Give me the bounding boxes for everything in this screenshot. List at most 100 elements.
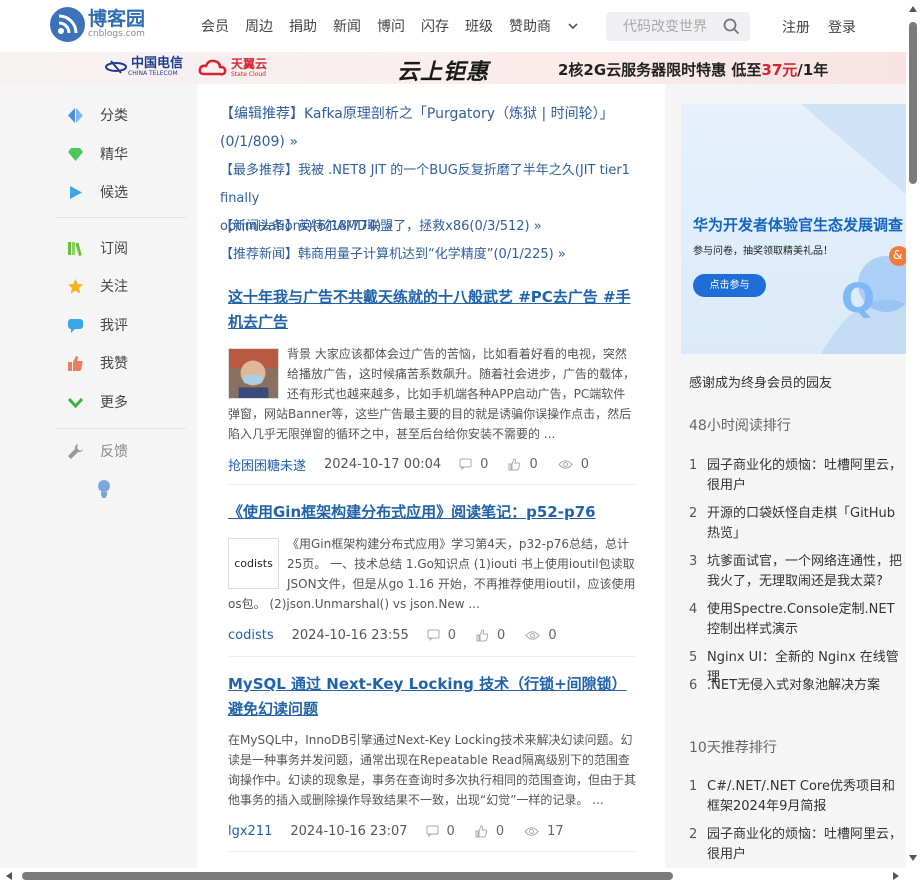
rank-item[interactable]: 2 开源的口袋妖怪自走棋「GitHub 热览」 — [689, 504, 906, 544]
sidebar-divider — [56, 217, 186, 218]
rank-item[interactable]: 4 使用Spectre.Console定制.NET控制出样式演示 — [689, 600, 906, 640]
register-link[interactable]: 注册 — [782, 17, 810, 37]
eye-icon — [525, 630, 540, 640]
sidebar-item-featured[interactable]: 精华 — [67, 144, 128, 164]
sidebar-item-category[interactable]: 分类 — [67, 105, 128, 125]
like-count[interactable]: 0 — [475, 824, 504, 839]
comment-count[interactable]: 0 — [459, 457, 488, 472]
post-author[interactable]: codists — [228, 628, 274, 643]
sidebar-item-candidate[interactable]: 候选 — [67, 182, 128, 202]
post-title[interactable]: 这十年我与广告不共戴天练就的十八般武艺 #PC去广告 #手机去广告 — [228, 285, 638, 335]
vertical-scrollbar[interactable] — [906, 0, 921, 868]
sidebar-item-label: 精华 — [100, 147, 128, 163]
scroll-down-arrow-icon[interactable] — [909, 855, 917, 861]
author-avatar[interactable] — [228, 348, 279, 399]
post-date: 2024-10-16 23:55 — [291, 627, 409, 643]
rank-text: C#/.NET/.NET Core优秀项目和框架2024年9月简报 — [707, 779, 895, 814]
sidebar-item-my-likes[interactable]: 我赞 — [67, 353, 128, 373]
view-count-value: 0 — [548, 627, 557, 643]
post-title[interactable]: MySQL 通过 Next-Key Locking 技术（行锁+间隙锁）避免幻读… — [228, 672, 638, 722]
rec-tag: 【最多推荐】 — [220, 163, 299, 178]
comment-count[interactable]: 0 — [427, 628, 456, 643]
sidebar-item-more[interactable]: 更多 — [67, 392, 128, 412]
post-summary: 在MySQL中，InnoDB引擎通过Next-Key Locking技术来解决幻… — [228, 730, 636, 810]
nav-more-chevron-icon[interactable] — [567, 20, 579, 32]
view-count: 17 — [524, 824, 564, 839]
sidebar-item-feedback[interactable]: 反馈 — [67, 441, 128, 461]
rank-num: 1 — [689, 779, 698, 794]
nav-questions[interactable]: 博问 — [377, 16, 405, 36]
nav-merch[interactable]: 周边 — [245, 16, 273, 36]
rank-text: 使用Spectre.Console定制.NET控制出样式演示 — [707, 602, 895, 637]
cloud-icon — [198, 59, 227, 76]
logo-domain: cnblogs.com — [88, 29, 145, 39]
lightbulb-icon[interactable] — [96, 479, 112, 503]
site-logo[interactable]: 博客园 cnblogs.com — [50, 7, 145, 42]
view-count-value: 17 — [547, 823, 564, 839]
like-count[interactable]: 0 — [476, 628, 505, 643]
rec-text: Kafka原理剖析之「Purgatory（炼狱 | 时间轮）」 — [304, 106, 614, 122]
rank-item[interactable]: 6 .NET无侵入式对象池解决方案 — [689, 676, 906, 696]
left-sidebar: 分类 精华 候选 订阅 关注 我评 我赞 更多 反馈 — [0, 84, 196, 874]
sidebar-item-subscribe[interactable]: 订阅 — [67, 238, 128, 258]
sidebar-item-label: 更多 — [100, 395, 128, 411]
search-icon[interactable] — [723, 18, 740, 35]
like-count[interactable]: 0 — [508, 457, 538, 472]
nav-class[interactable]: 班级 — [465, 16, 493, 36]
comment-icon — [459, 458, 472, 470]
search-box — [606, 12, 750, 41]
rank-item[interactable]: 1 C#/.NET/.NET Core优秀项目和框架2024年9月简报 — [689, 777, 906, 817]
comment-count[interactable]: 0 — [426, 824, 455, 839]
rec-editor[interactable]: 【编辑推荐】Kafka原理剖析之「Purgatory（炼狱 | 时间轮）」 (0… — [220, 100, 614, 156]
post-date: 2024-10-17 00:04 — [324, 456, 442, 472]
books-icon — [67, 240, 84, 257]
rank-item[interactable]: 2 园子商业化的烦恼：吐槽阿里云，很用户 — [689, 825, 906, 865]
rank-item[interactable]: 1 园子商业化的烦恼：吐槽阿里云，很用户 — [689, 456, 906, 496]
rec-news[interactable]: 【推荐新闻】韩商用量子计算机达到“化学精度”(0/1/225) » — [220, 241, 566, 269]
scroll-right-arrow-icon[interactable] — [893, 872, 899, 880]
post-title[interactable]: 《使用Gin框架构建分布式应用》阅读笔记：p52-p76 — [228, 500, 638, 525]
wrench-icon — [67, 443, 84, 460]
sidebar-item-follow[interactable]: 关注 — [67, 276, 128, 296]
rank-text: 坑爹面试官，一个网络连通性，把我火了，无理取闹还是我太菜? — [707, 554, 903, 589]
tianyi-en: State Cloud — [231, 71, 266, 78]
nav-flash[interactable]: 闪存 — [421, 16, 449, 36]
banner-headline: 云上钜惠 — [397, 60, 490, 85]
nav-news[interactable]: 新闻 — [333, 16, 361, 36]
scroll-up-arrow-icon[interactable] — [909, 6, 917, 12]
post-divider — [228, 484, 636, 485]
post-footer: 抢困困糖未遂 2024-10-17 00:04 0 0 0 — [228, 454, 609, 474]
view-count: 0 — [525, 627, 557, 643]
ad-title: 华为开发者体验官生态发展调查 — [693, 216, 904, 234]
nav-donate[interactable]: 捐助 — [289, 16, 317, 36]
thanks-members-link[interactable]: 感谢成为终身会员的园友 — [689, 372, 832, 391]
ad-participate-button[interactable]: 点击参与 — [693, 274, 766, 297]
sidebar-item-label: 分类 — [100, 108, 128, 124]
telecom-en: CHINA TELECOM — [128, 70, 178, 77]
rss-logo-icon — [50, 7, 85, 42]
sidebar-item-label: 我赞 — [100, 356, 128, 372]
rec-text-2: (0/1/809) » — [220, 134, 298, 150]
author-avatar[interactable]: codists — [228, 538, 279, 589]
rec-tag: 【新闻头条】 — [220, 219, 299, 234]
post-divider — [228, 656, 636, 657]
scroll-left-arrow-icon[interactable] — [6, 872, 12, 880]
huawei-ad[interactable]: Q & 华为开发者体验官生态发展调查 参与问卷，抽奖领取精美礼品！ 点击参与 — [681, 104, 906, 354]
post-author[interactable]: 抢困困糖未遂 — [228, 455, 306, 474]
horizontal-scrollbar[interactable] — [0, 868, 921, 884]
promo-banner[interactable]: 中国电信 CHINA TELECOM 天翼云 State Cloud 云上钜惠 … — [0, 52, 906, 85]
rec-tag: 【推荐新闻】 — [220, 247, 299, 262]
search-input[interactable] — [623, 18, 727, 35]
post-summary-text: 在MySQL中，InnoDB引擎通过Next-Key Locking技术来解决幻… — [228, 733, 637, 807]
logo-name: 博客园 — [88, 8, 146, 30]
rec-news-headline[interactable]: 【新闻头条】英特尔AMD联盟了，拯救x86(0/3/512) » — [220, 213, 542, 241]
post-author[interactable]: lgx211 — [228, 824, 272, 839]
rank-item[interactable]: 3 坑爹面试官，一个网络连通性，把我火了，无理取闹还是我太菜? — [689, 552, 906, 592]
sidebar-item-my-comments[interactable]: 我评 — [67, 315, 128, 335]
horizontal-scroll-thumb[interactable] — [22, 872, 673, 880]
comment-icon — [427, 629, 440, 641]
nav-sponsor[interactable]: 赞助商 — [509, 16, 551, 36]
vertical-scroll-thumb[interactable] — [909, 22, 917, 184]
nav-member[interactable]: 会员 — [201, 16, 229, 36]
login-link[interactable]: 登录 — [828, 17, 856, 37]
